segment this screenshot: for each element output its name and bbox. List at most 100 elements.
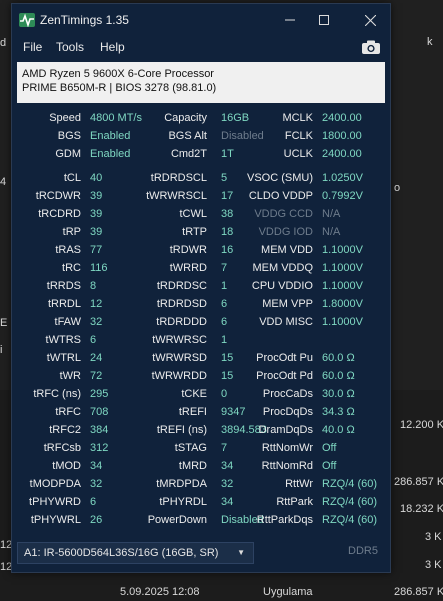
timing-row: tWTRL 24 tWRWRSD 15 ProcOdt Pu 60.0 Ω <box>12 349 392 367</box>
window-title: ZenTimings 1.35 <box>40 13 129 27</box>
timing-label-3: RttNomRd <box>261 460 313 472</box>
menu-help[interactable]: Help <box>100 40 125 54</box>
timing-value-1: 6 <box>90 334 97 346</box>
bg-type-cell: Uygulama <box>263 586 313 598</box>
timing-label-3: VDD MISC <box>259 316 313 328</box>
bg-fragment: E <box>0 317 8 329</box>
timing-row: tRFC2 384 tREFI (ns) 3894.583 DramDqDs 40.0 Ω <box>12 421 392 439</box>
timing-row: tRFCsb 312 tSTAG 7 RttNomWr Off <box>12 439 392 457</box>
timing-value-3: 40.0 Ω <box>322 424 355 436</box>
timing-value-3: 2400.00 <box>322 148 362 160</box>
timing-label-3: DramDqDs <box>258 424 313 436</box>
summary-row: GDM Enabled Cmd2T 1T UCLK 2400.00 <box>12 145 392 163</box>
title-bar[interactable]: ZenTimings 1.35 <box>12 4 390 36</box>
timing-label-3: MEM VDDQ <box>252 262 314 274</box>
timing-label-3: CLDO VDDP <box>248 190 313 202</box>
camera-icon[interactable] <box>362 40 380 54</box>
timing-label-2: tWRWRSC <box>152 334 207 346</box>
timing-value-3: 30.0 Ω <box>322 388 355 400</box>
chevron-down-icon: ▼ <box>237 548 245 557</box>
timing-row: tRFC (ns) 295 tCKE 0 ProcCaDs 30.0 Ω <box>12 385 392 403</box>
timing-label-3: UCLK <box>283 148 313 160</box>
summary-row: Speed 4800 MT/s Capacity 16GB MCLK 2400.00 <box>12 109 392 127</box>
timing-row: tRC 116 tWRRD 7 MEM VDDQ 1.1000V <box>12 259 392 277</box>
timing-row: tRRDL 12 tRDRDSD 6 MEM VPP 1.8000V <box>12 295 392 313</box>
timing-label-3: MCLK <box>282 112 313 124</box>
timing-label-3: ProcOdt Pu <box>256 352 313 364</box>
timing-row: tRFC 708 tREFI 9347 ProcDqDs 34.3 Ω <box>12 403 392 421</box>
dimm-select-value: A1: IR-5600D564L36S/16G (16GB, SR) <box>24 547 219 559</box>
zentimings-window: ZenTimings 1.35 File Tools Help AMD Ryze… <box>11 3 391 573</box>
timing-value-3: Off <box>322 460 337 472</box>
timing-value-3: 1.1000V <box>322 280 363 292</box>
processor-info-panel: AMD Ryzen 5 9600X 6-Core Processor PRIME… <box>17 62 385 103</box>
bg-fragment: i <box>0 344 3 356</box>
timing-value-3: 0.7992V <box>322 190 363 202</box>
timing-row: tRCDRD 39 tCWL 38 VDDG CCD N/A <box>12 205 392 223</box>
minimize-button[interactable] <box>278 10 302 30</box>
bg-fragment: d <box>0 37 7 49</box>
timing-value-3: 1.0250V <box>322 172 363 184</box>
cpu-name: AMD Ryzen 5 9600X 6-Core Processor <box>22 68 214 80</box>
timing-label-3: VSOC (SMU) <box>247 172 313 184</box>
timing-row: tRP 39 tRTP 18 VDDG IOD N/A <box>12 223 392 241</box>
timing-value-3: RZQ/4 (60) <box>322 496 378 508</box>
bg-size-cell: 286.857 K <box>394 476 443 488</box>
timing-value-2: 1 <box>221 334 228 346</box>
timing-label-3: RttPark <box>276 496 313 508</box>
timing-label-3: FCLK <box>284 130 313 142</box>
bg-size-cell: 12.200 K <box>400 419 443 431</box>
timing-value-3: 2400.00 <box>322 112 362 124</box>
timing-label-3: ProcOdt Pd <box>256 370 313 382</box>
timing-label-3: ProcDqDs <box>262 406 313 418</box>
memory-type-label: DDR5 <box>348 545 378 557</box>
close-button[interactable] <box>358 10 382 30</box>
timing-row: tWTRS 6 tWRWRSC 1 <box>12 331 392 349</box>
timing-value-3: RZQ/4 (60) <box>322 514 378 526</box>
bg-fragment: k <box>427 36 433 48</box>
minimize-icon <box>285 19 295 21</box>
timing-value-3: 34.3 Ω <box>322 406 355 418</box>
timing-value-3: N/A <box>322 208 341 220</box>
bg-fragment: 4 <box>0 176 7 188</box>
bg-fragment: o <box>394 182 401 194</box>
maximize-icon <box>319 15 329 25</box>
bg-size-cell: 3 K <box>425 559 442 571</box>
timing-row: tMOD 34 tMRD 34 RttNomRd Off <box>12 457 392 475</box>
timing-row: tWR 72 tWRWRDD 15 ProcOdt Pd 60.0 Ω <box>12 367 392 385</box>
timing-label-3: RttNomWr <box>261 442 313 454</box>
timing-label-3: VDDG CCD <box>254 208 313 220</box>
timing-row: tFAW 32 tRDRDDD 6 VDD MISC 1.1000V <box>12 313 392 331</box>
timing-value-3: 1800.00 <box>322 130 362 142</box>
timing-label-3: RttWr <box>285 478 313 490</box>
summary-row: BGS Enabled BGS Alt Disabled FCLK 1800.00 <box>12 127 392 145</box>
close-icon <box>364 14 376 26</box>
app-logo-icon <box>19 13 35 27</box>
timing-value-3: RZQ/4 (60) <box>322 478 378 490</box>
timing-label-3: MEM VPP <box>262 298 313 310</box>
timing-row: tCL 40 tRDRDSCL 5 VSOC (SMU) 1.0250V <box>12 169 392 187</box>
timing-value-3: 1.8000V <box>322 298 363 310</box>
menu-bar: File Tools Help <box>12 36 390 60</box>
dimm-select[interactable]: A1: IR-5600D564L36S/16G (16GB, SR) ▼ <box>17 542 254 564</box>
timing-value-3: N/A <box>322 226 341 238</box>
timing-label-3: ProcCaDs <box>262 388 313 400</box>
timing-row: tPHYWRL 26 PowerDown Disabled RttParkDqs RZQ/… <box>12 511 392 529</box>
timing-row: tPHYWRD 6 tPHYRDL 34 RttPark RZQ/4 (60) <box>12 493 392 511</box>
timing-value-3: 1.1000V <box>322 244 363 256</box>
timing-row: tRRDS 8 tRDRDSC 1 CPU VDDIO 1.1000V <box>12 277 392 295</box>
menu-file[interactable]: File <box>23 40 42 54</box>
bg-size-cell: 286.857 K <box>394 586 443 598</box>
timing-row: tRCDWR 39 tWRWRSCL 17 CLDO VDDP 0.7992V <box>12 187 392 205</box>
timing-value-3: 60.0 Ω <box>322 370 355 382</box>
timing-label-1: tWTRS <box>45 334 81 346</box>
board-bios: PRIME B650M-R | BIOS 3278 (98.81.0) <box>22 82 217 94</box>
bg-date-cell: 5.09.2025 12:08 <box>120 586 200 598</box>
bg-size-cell: 18.232 K <box>400 503 443 515</box>
timing-label-3: CPU VDDIO <box>251 280 313 292</box>
timing-row: tMODPDA 32 tMRDPDA 32 RttWr RZQ/4 (60) <box>12 475 392 493</box>
timing-row: tRAS 77 tRDWR 16 MEM VDD 1.1000V <box>12 241 392 259</box>
maximize-button[interactable] <box>312 10 336 30</box>
menu-tools[interactable]: Tools <box>56 40 84 54</box>
timing-value-3: Off <box>322 442 337 454</box>
